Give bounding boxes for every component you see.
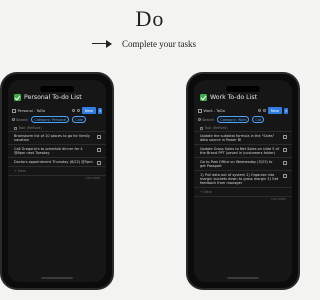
task-text: Doctors appointment Thursday (6/22) @5pm: [14, 159, 93, 164]
page-heading: Do: [135, 6, 165, 31]
task-text: 1) Pull data out of system 2) Organize i…: [200, 172, 279, 186]
tagline: Complete your tasks: [122, 39, 196, 49]
page-title: Personal To-do List: [24, 94, 82, 101]
search-label: Search: [202, 117, 215, 122]
view-label: Work - ToDo: [203, 108, 225, 113]
phone-work: Work To-do List Work - ToDo New ▾ Search …: [186, 72, 300, 290]
search-button[interactable]: Search: [12, 118, 28, 122]
category-filter[interactable]: Category: Personal: [31, 116, 70, 124]
filter-icon[interactable]: [257, 109, 261, 112]
app-title-row: Work To-do List: [200, 94, 257, 101]
task-list: Update the subtotal formula in the "Sale…: [194, 131, 292, 201]
task-checkbox[interactable]: [96, 134, 101, 139]
chevron-down-icon[interactable]: ▾: [98, 107, 102, 114]
search-icon: [198, 118, 201, 122]
search-button[interactable]: Search: [198, 118, 214, 122]
task-text: Call Gregorio's to schedule dinner for 4…: [14, 146, 83, 155]
list-item[interactable]: Update Gross Sales to Net Sales on slide…: [194, 144, 292, 157]
phone-notch: [40, 86, 74, 92]
arrow-right-icon: [92, 39, 114, 49]
toolbar: Work - ToDo New ▾: [198, 107, 288, 114]
text-property-icon: [14, 126, 17, 130]
column-header: Task (Reflsed): [200, 126, 228, 130]
home-indicator: [227, 277, 259, 279]
task-checkbox[interactable]: [96, 160, 101, 165]
task-text: Go to Post Office on Wednesday (5/23) to…: [200, 159, 273, 168]
task-checkbox[interactable]: [282, 160, 287, 165]
task-text: Brainstorm list of 10 places to go for f…: [14, 133, 90, 142]
new-button[interactable]: New: [267, 107, 282, 114]
filter-row: Search Category: Work Cat: [198, 116, 292, 124]
task-text: Update Gross Sales to Net Sales on slide…: [200, 146, 279, 155]
new-row-button[interactable]: + New: [8, 165, 106, 175]
phone-personal: Personal To-do List Personal - ToDo New ▾…: [0, 72, 114, 290]
toolbar-icons: New ▾: [257, 107, 288, 114]
calculate-row[interactable]: Calculate: [194, 196, 292, 201]
check-square-icon: [14, 94, 21, 101]
filter-row: Search Category: Personal Cate: [12, 116, 106, 124]
toolbar-icons: New ▾: [71, 107, 102, 114]
phone-notch: [226, 86, 260, 92]
column-header-label: Task (Reflsed): [204, 126, 228, 130]
table-view-icon: [12, 108, 16, 113]
app-title-row: Personal To-do List: [14, 94, 82, 101]
sort-icon[interactable]: [262, 109, 266, 112]
task-checkbox[interactable]: [282, 134, 287, 139]
task-text: Update the subtotal formula in the "Sale…: [200, 133, 275, 142]
list-item[interactable]: Update the subtotal formula in the "Sale…: [194, 131, 292, 144]
search-label: Search: [16, 117, 29, 122]
tagline-row: Complete your tasks: [92, 39, 196, 49]
task-checkbox[interactable]: [282, 173, 287, 178]
phone-screen: Work To-do List Work - ToDo New ▾ Search …: [194, 80, 292, 282]
category-filter-2[interactable]: Cat: [252, 116, 265, 124]
column-header: Task (Reflsed): [14, 126, 42, 130]
calculate-label: Calculate: [271, 197, 286, 202]
view-selector[interactable]: Work - ToDo: [198, 108, 225, 113]
text-property-icon: [200, 126, 203, 130]
home-indicator: [41, 277, 73, 279]
task-list: Brainstorm list of 10 places to go for f…: [8, 131, 106, 180]
check-square-icon: [200, 94, 207, 101]
page-title: Work To-do List: [210, 94, 257, 101]
list-item[interactable]: Brainstorm list of 10 places to go for f…: [8, 131, 106, 144]
list-item[interactable]: Go to Post Office on Wednesday (5/23) to…: [194, 157, 292, 170]
list-item[interactable]: Doctors appointment Thursday (6/22) @5pm: [8, 157, 106, 166]
category-filter-2[interactable]: Cate: [72, 116, 87, 124]
task-checkbox[interactable]: [282, 147, 287, 152]
toolbar: Personal - ToDo New ▾: [12, 107, 102, 114]
new-row-button[interactable]: + New: [194, 187, 292, 196]
list-item[interactable]: Call Gregorio's to schedule dinner for 4…: [8, 144, 106, 157]
calculate-row[interactable]: Calculate: [8, 174, 106, 180]
column-header-label: Task (Reflsed): [18, 126, 42, 130]
chevron-down-icon[interactable]: ▾: [284, 107, 288, 114]
phone-screen: Personal To-do List Personal - ToDo New ▾…: [8, 80, 106, 282]
new-button[interactable]: New: [81, 107, 96, 114]
calculate-label: Calculate: [85, 175, 100, 180]
search-icon: [12, 118, 15, 122]
filter-icon[interactable]: [71, 109, 75, 112]
table-view-icon: [198, 108, 202, 113]
category-filter[interactable]: Category: Work: [217, 116, 250, 124]
view-label: Personal - ToDo: [17, 108, 46, 113]
list-item[interactable]: 1) Pull data out of system 2) Organize i…: [194, 170, 292, 187]
task-checkbox[interactable]: [96, 147, 101, 152]
view-selector[interactable]: Personal - ToDo: [12, 108, 46, 113]
sort-icon[interactable]: [76, 109, 80, 112]
